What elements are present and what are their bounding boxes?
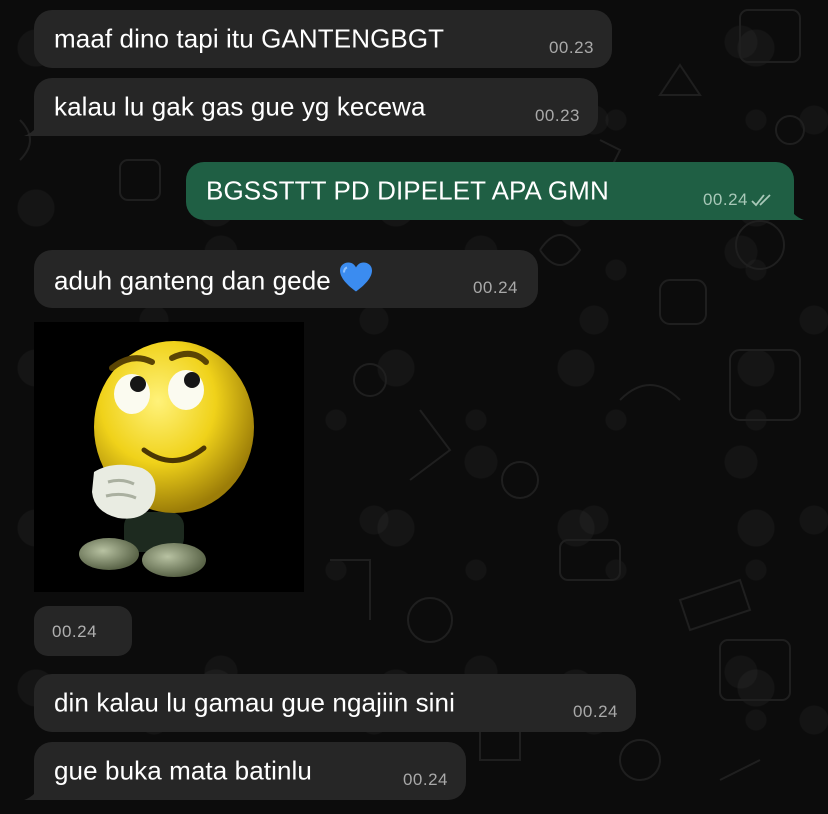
blue-heart-icon xyxy=(339,262,372,292)
double-check-icon xyxy=(751,194,771,207)
message-text: gue buka mata batinlu xyxy=(54,755,312,786)
bubble-tail xyxy=(24,782,42,800)
message-time: 00.24 xyxy=(402,770,448,789)
sticker-image xyxy=(34,322,304,592)
sticker-timestamp: 00.24 xyxy=(34,606,132,656)
message-time: 00.24 xyxy=(52,622,98,641)
incoming-message[interactable]: maaf dino tapi itu GANTENGBGT 00.23 xyxy=(34,10,612,68)
incoming-message[interactable]: din kalau lu gamau gue ngajiin sini 00.2… xyxy=(34,674,636,732)
message-text-content: aduh ganteng dan gede xyxy=(54,265,331,296)
message-time: 00.23 xyxy=(534,106,580,125)
bubble-tail xyxy=(24,118,42,136)
incoming-message[interactable]: aduh ganteng dan gede 00.24 xyxy=(34,250,538,308)
message-time: 00.24 xyxy=(472,278,518,297)
message-text: aduh ganteng dan gede xyxy=(54,262,373,297)
message-time: 00.24 xyxy=(572,702,618,721)
chat-background: maaf dino tapi itu GANTENGBGT 00.23 kala… xyxy=(0,0,828,814)
outgoing-message[interactable]: BGSSTTT PD DIPELET APA GMN 00.24 xyxy=(186,162,794,220)
message-text: kalau lu gak gas gue yg kecewa xyxy=(54,91,426,122)
thinking-smiley-sticker[interactable] xyxy=(34,322,304,592)
message-text: maaf dino tapi itu GANTENGBGT xyxy=(54,23,445,54)
message-time: 00.23 xyxy=(548,38,594,57)
incoming-message[interactable]: kalau lu gak gas gue yg kecewa 00.23 xyxy=(34,78,598,136)
bubble-tail xyxy=(786,202,804,220)
message-text: BGSSTTT PD DIPELET APA GMN xyxy=(206,175,609,206)
incoming-message[interactable]: gue buka mata batinlu 00.24 xyxy=(34,742,466,800)
message-time: 00.24 xyxy=(702,190,748,209)
message-text: din kalau lu gamau gue ngajiin sini xyxy=(54,687,455,718)
